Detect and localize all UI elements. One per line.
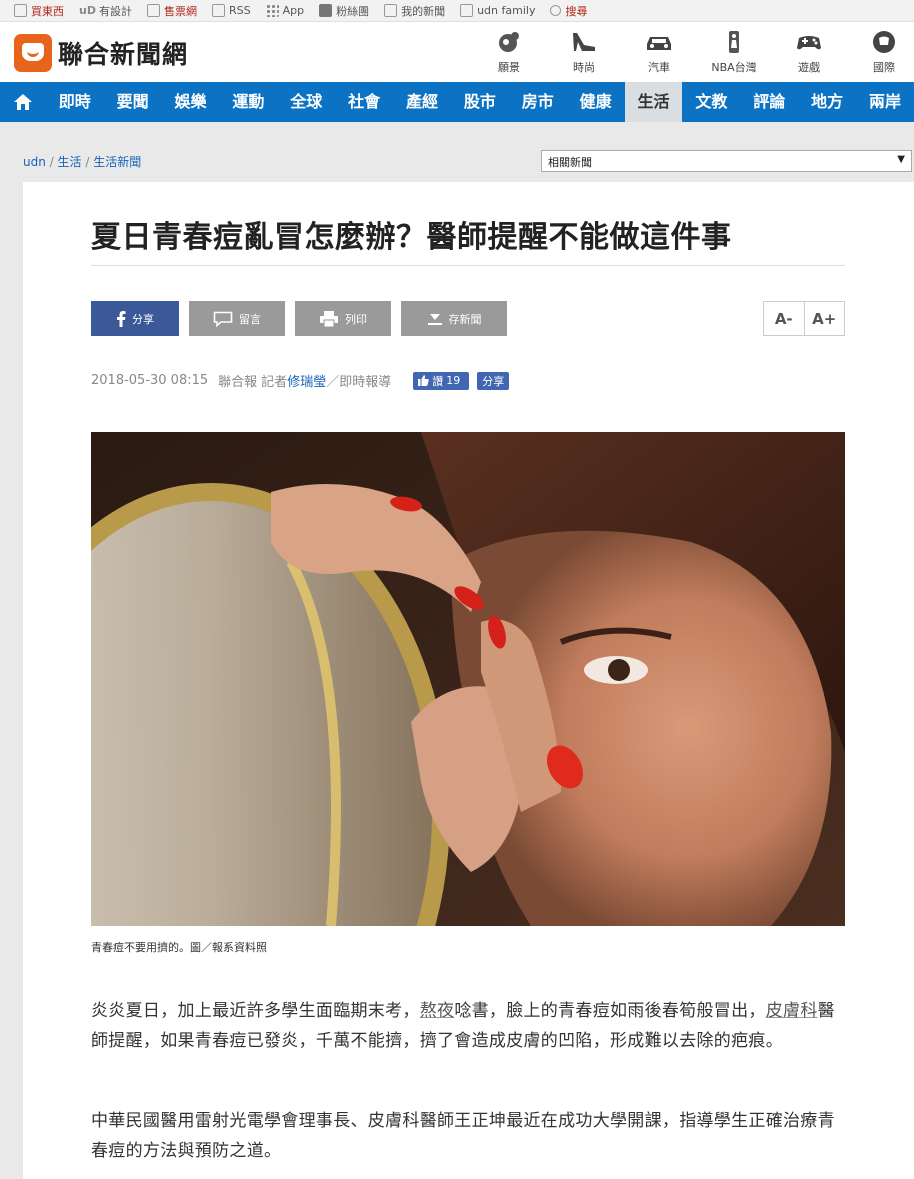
topbar-link-search[interactable]: 搜尋	[550, 3, 587, 19]
site-logo[interactable]: 聯合新聞網	[14, 34, 188, 72]
nba-icon	[729, 31, 739, 53]
article-paragraph-2: 中華民國醫用雷射光電學會理事長、皮膚科醫師王正坤最近在成功大學開課，指導學生正確…	[91, 1111, 835, 1161]
related-news-select[interactable]: 相關新聞 ▼	[541, 150, 912, 172]
nav-item-health[interactable]: 健康	[567, 82, 625, 122]
fb-like-button[interactable]: 讚 19	[413, 371, 470, 390]
gamepad-icon	[797, 36, 821, 50]
channel-games[interactable]: 遊戲	[779, 30, 839, 75]
nav-item-society[interactable]: 社會	[335, 82, 393, 122]
print-button[interactable]: 列印	[295, 301, 391, 336]
main-nav: 即時 要聞 娛樂 運動 全球 社會 產經 股市 房市 健康 生活 文教 評論 地…	[0, 82, 914, 122]
save-news-button[interactable]: 存新聞	[401, 301, 507, 336]
topbar-link-app[interactable]: App	[265, 4, 304, 17]
breadcrumb-life[interactable]: 生活	[58, 155, 82, 169]
grid-icon	[265, 4, 279, 17]
article-photo	[91, 432, 845, 926]
breadcrumb: udn / 生活 / 生活新聞	[23, 155, 142, 169]
woman-mirror-photo	[91, 432, 845, 926]
car-icon	[647, 37, 671, 50]
nav-home[interactable]	[0, 82, 46, 122]
tag-link-stay-up-late[interactable]: 熬夜	[420, 1001, 455, 1021]
like-count: 19	[446, 374, 461, 387]
topbar-link-tickets[interactable]: 售票網	[146, 3, 197, 19]
channel-vision[interactable]: 願景	[479, 30, 539, 75]
ud-icon: uD	[79, 4, 96, 17]
topbar-link-mynews[interactable]: 我的新聞	[384, 3, 445, 19]
topbar-link-rss[interactable]: RSS	[211, 4, 251, 17]
nav-item-cross-strait[interactable]: 兩岸	[856, 82, 914, 122]
family-icon	[460, 4, 474, 17]
article-meta: 2018-05-30 08:15 聯合報 記者 修瑞瑩 ／即時報導 讚 19 分…	[91, 371, 510, 390]
rss-icon	[211, 4, 225, 17]
article-paragraph-1: 炎炎夏日，加上最近許多學生面臨期末考，熬夜唸書，臉上的青春痘如雨後春筍般冒出，皮…	[91, 1001, 835, 1051]
nav-item-headlines[interactable]: 要聞	[104, 82, 162, 122]
high-heel-icon	[573, 33, 595, 51]
printer-icon	[320, 310, 338, 327]
channel-auto[interactable]: 汽車	[629, 30, 689, 75]
udn-logo-icon	[14, 34, 52, 72]
nav-item-opinion[interactable]: 評論	[740, 82, 798, 122]
nav-item-instant[interactable]: 即時	[46, 82, 104, 122]
download-icon	[427, 313, 442, 325]
comment-button[interactable]: 留言	[189, 301, 285, 336]
nav-item-finance[interactable]: 產經	[393, 82, 451, 122]
topbar-link-design[interactable]: uD 有設計	[79, 3, 132, 19]
nav-item-local[interactable]: 地方	[798, 82, 856, 122]
bag-icon	[14, 4, 27, 17]
facebook-icon	[117, 310, 126, 327]
topbar-link-shop[interactable]: 買東西	[14, 3, 64, 19]
nav-item-stocks[interactable]: 股市	[451, 82, 509, 122]
breadcrumb-life-news[interactable]: 生活新聞	[93, 155, 141, 169]
logo-text: 聯合新聞網	[58, 40, 189, 69]
channel-international[interactable]: 國際	[854, 30, 914, 75]
facebook-icon	[319, 4, 333, 17]
globe-icon	[873, 31, 895, 53]
vision-icon	[499, 32, 519, 52]
home-icon	[13, 94, 32, 110]
nav-item-property[interactable]: 房市	[509, 82, 567, 122]
title-divider	[91, 265, 845, 266]
ticket-icon	[146, 4, 160, 17]
article-card: 夏日青春痘亂冒怎麼辦？醫師提醒不能做這件事 分享 留言 列印 存新聞 A- A+…	[23, 182, 914, 1179]
fb-share-button[interactable]: 分享	[477, 371, 510, 390]
font-larger-button[interactable]: A+	[805, 302, 845, 335]
dropdown-arrow-icon: ▼	[897, 154, 905, 165]
font-size-control: A- A+	[763, 301, 845, 336]
topbar-link-family[interactable]: udn family	[460, 4, 535, 17]
channel-fashion[interactable]: 時尚	[554, 30, 614, 75]
nav-item-global[interactable]: 全球	[277, 82, 335, 122]
breadcrumb-home[interactable]: udn	[23, 155, 46, 169]
photo-caption: 青春痘不要用擠的。圖／報系資料照	[91, 941, 267, 954]
reporter-name[interactable]: 修瑞瑩	[287, 371, 326, 390]
nav-item-sports[interactable]: 運動	[219, 82, 277, 122]
tag-link-dermatology[interactable]: 皮膚科	[766, 1001, 818, 1021]
font-smaller-button[interactable]: A-	[764, 302, 805, 335]
article-date: 2018-05-30 08:15	[91, 373, 209, 388]
channel-nba[interactable]: NBA台灣	[704, 30, 764, 75]
article-title: 夏日青春痘亂冒怎麼辦？醫師提醒不能做這件事	[91, 220, 732, 255]
comment-icon	[213, 311, 233, 327]
search-icon	[550, 5, 562, 16]
nav-item-life[interactable]: 生活	[624, 82, 683, 122]
download-icon	[384, 4, 398, 17]
site-header: 聯合新聞網 願景 時尚 汽車 NBA台灣 遊戲 國際	[0, 22, 914, 82]
thumbs-up-icon	[418, 375, 429, 386]
share-button[interactable]: 分享	[91, 301, 179, 336]
nav-item-culture[interactable]: 文教	[682, 82, 740, 122]
top-utility-bar: 買東西 uD 有設計 售票網 RSS App 粉絲團 我的新聞 udn famil…	[0, 0, 914, 22]
nav-item-entertainment[interactable]: 娛樂	[162, 82, 220, 122]
topbar-link-fanpage[interactable]: 粉絲團	[319, 3, 369, 19]
article-source: 聯合報	[218, 375, 258, 390]
